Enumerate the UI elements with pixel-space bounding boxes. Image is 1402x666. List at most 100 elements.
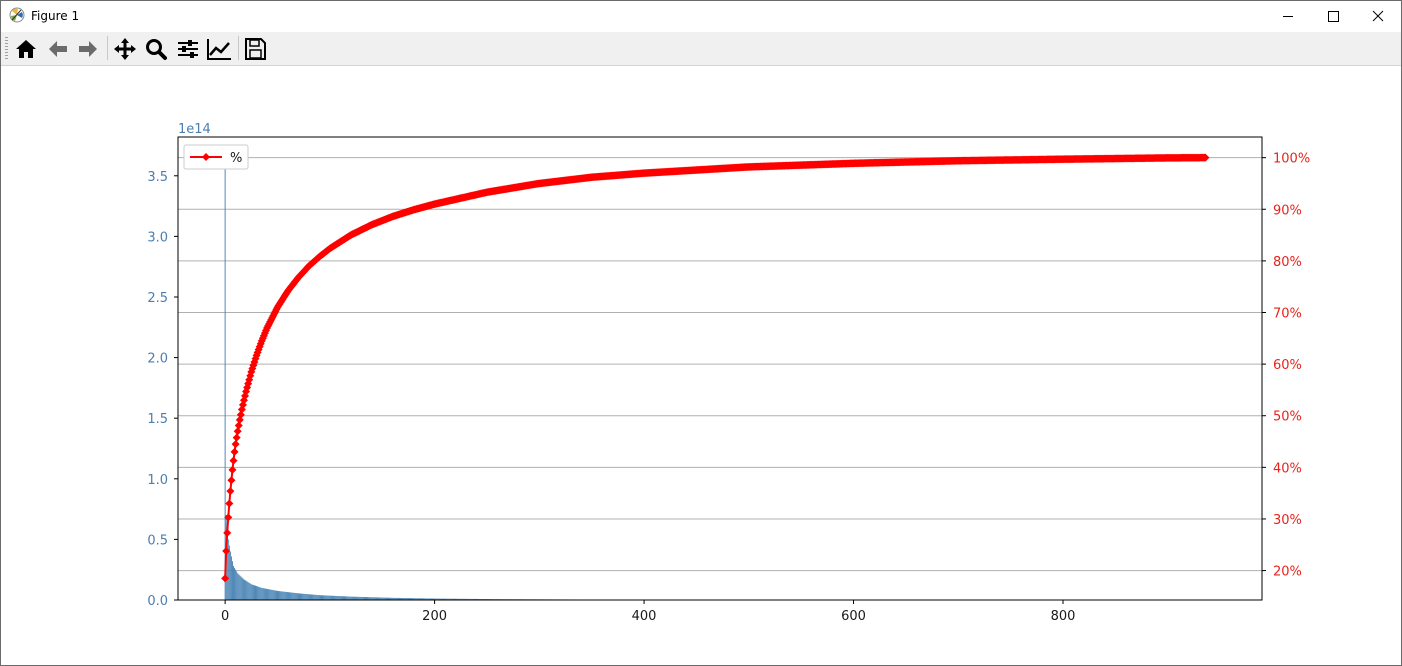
arrow-right-icon: [79, 41, 97, 57]
bar: [293, 592, 295, 600]
legend: %: [183, 144, 249, 170]
minimize-icon: [1283, 16, 1293, 17]
home-button[interactable]: [12, 35, 40, 63]
percent-marker: [226, 487, 235, 496]
bar: [272, 590, 274, 600]
right-tick-label: 80%: [1273, 255, 1302, 270]
bar: [325, 595, 327, 600]
bar: [344, 596, 345, 600]
sliders-icon: [178, 40, 198, 58]
bar: [288, 592, 290, 600]
bar: [286, 592, 288, 600]
save-button[interactable]: [241, 35, 269, 63]
cumulative-percent-series: [221, 153, 1210, 583]
bar: [234, 567, 236, 600]
bar: [292, 592, 294, 600]
bar: [260, 587, 262, 600]
pan-button[interactable]: [111, 35, 139, 63]
bar: [312, 594, 314, 600]
forward-button[interactable]: [74, 35, 102, 63]
bar: [264, 588, 266, 600]
bar: [328, 595, 330, 600]
close-icon: [1372, 10, 1384, 22]
percent-line: [224, 156, 1206, 579]
bar: [346, 596, 348, 600]
right-tick-label: 50%: [1273, 410, 1302, 425]
bar: [256, 586, 258, 600]
bar: [349, 596, 351, 600]
bar: [302, 593, 304, 600]
bar: [261, 587, 263, 600]
bar: [240, 576, 242, 600]
percent-marker: [229, 456, 238, 465]
bar: [310, 594, 312, 600]
bar: [249, 583, 251, 600]
zoom-button[interactable]: [142, 35, 170, 63]
bar: [246, 581, 248, 600]
bar: [311, 594, 313, 600]
bar: [250, 584, 252, 600]
bar: [229, 551, 231, 600]
bar: [253, 585, 255, 600]
bar: [277, 590, 278, 600]
bar: [279, 591, 281, 600]
home-icon: [16, 40, 36, 58]
bar: [338, 596, 340, 600]
toolbar-grip[interactable]: [5, 37, 8, 61]
bar: [262, 588, 264, 600]
bar: [297, 593, 299, 600]
bar: [287, 592, 289, 600]
bar: [331, 595, 333, 600]
line-chart-icon: [207, 39, 231, 60]
subplots-button[interactable]: [174, 35, 202, 63]
maximize-icon: [1328, 11, 1339, 22]
window-title: Figure 1: [31, 9, 80, 23]
bar: [317, 595, 319, 600]
close-button[interactable]: [1355, 1, 1401, 32]
bar: [257, 586, 259, 600]
figure-canvas[interactable]: 0.0 0.5 1.0 1.5 2.0 2.5 3.0 3.5 20% 30% 40% 50% 60%…: [1, 66, 1401, 665]
bar: [321, 595, 322, 600]
left-tick-label: 0.5: [147, 533, 168, 548]
right-tick-label: 70%: [1273, 306, 1302, 321]
bar: [305, 593, 307, 600]
bar: [333, 595, 335, 600]
bar: [231, 561, 233, 600]
bar: [259, 587, 261, 600]
maximize-button[interactable]: [1310, 1, 1356, 32]
bar: [339, 596, 341, 600]
arrow-left-icon: [49, 41, 67, 57]
bar: [316, 594, 318, 600]
right-axis-grid: [178, 157, 1262, 572]
title-bar[interactable]: Figure 1: [1, 1, 1401, 32]
bar: [263, 588, 265, 600]
bar: [274, 590, 276, 600]
bar: [271, 589, 273, 600]
bar: [236, 571, 238, 600]
bar: [296, 593, 298, 600]
left-axis-offset-label: 1e14: [178, 122, 211, 137]
bar: [243, 579, 245, 600]
bar: [268, 589, 270, 600]
bar: [332, 595, 334, 600]
axes-edit-button[interactable]: [205, 35, 233, 63]
bar: [343, 596, 344, 600]
bar: [347, 596, 349, 600]
x-tick-label: 400: [632, 609, 657, 624]
bar: [244, 580, 246, 600]
back-button[interactable]: [44, 35, 72, 63]
bar: [228, 545, 230, 600]
left-tick-label: 2.5: [147, 291, 168, 306]
bar: [233, 566, 234, 600]
bar: [299, 593, 300, 600]
bar: [267, 589, 269, 600]
bar: [294, 592, 296, 600]
bar: [283, 591, 285, 600]
bar: [341, 596, 343, 600]
minimize-button[interactable]: [1265, 1, 1311, 32]
percent-marker: [223, 528, 232, 537]
bar: [241, 577, 243, 600]
bar: [237, 573, 239, 600]
bar: [290, 592, 292, 600]
left-tick-label: 3.0: [147, 230, 168, 245]
